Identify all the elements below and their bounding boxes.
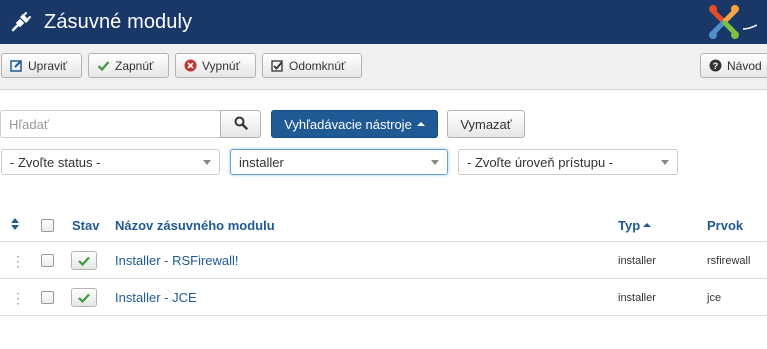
help-button-label: Návod: [727, 58, 762, 73]
access-filter-value: - Zvoľte úroveň prístupu -: [467, 154, 614, 170]
status-column-header[interactable]: Stav: [72, 208, 99, 242]
plugin-type-cell: installer: [618, 279, 656, 316]
type-column-header[interactable]: Typ: [618, 208, 652, 242]
clear-button-label: Vymazať: [460, 116, 512, 132]
plugin-element: jce: [707, 291, 722, 304]
disable-button[interactable]: Vypnúť: [175, 53, 256, 78]
plugin-element-cell: rsfirewall: [707, 242, 750, 279]
disable-icon: [183, 59, 197, 73]
help-button[interactable]: ? Návod: [700, 53, 767, 78]
status-filter-value: - Zvoľte status -: [10, 154, 101, 170]
plugin-type: installer: [618, 254, 656, 267]
check-icon: [78, 293, 90, 303]
row-checkbox[interactable]: [41, 254, 54, 267]
dropdown-arrow-icon: [431, 160, 439, 165]
search-tools-label: Vyhľadávacie nástroje: [284, 116, 412, 132]
row-checkbox-cell: [41, 242, 54, 279]
ordering-sort-header[interactable]: [11, 208, 19, 242]
status-filter-select[interactable]: - Zvoľte status -: [1, 149, 220, 175]
search-icon: [234, 116, 248, 133]
select-all-checkbox[interactable]: [41, 218, 54, 232]
table-row: ⋮ Installer - JCE installer jce: [0, 279, 767, 316]
status-toggle-cell: [71, 279, 97, 316]
check-icon: [96, 59, 110, 73]
drag-handle-icon[interactable]: ⋮: [11, 279, 25, 316]
plugin-type-cell: installer: [618, 242, 656, 279]
dropdown-arrow-icon: [203, 160, 211, 165]
plugin-element-cell: jce: [707, 279, 721, 316]
edit-icon: [9, 59, 23, 73]
row-checkbox[interactable]: [41, 291, 54, 304]
search-input[interactable]: [0, 110, 221, 138]
joomla-logo-icon: [705, 3, 758, 41]
plugin-name-link[interactable]: Installer - RSFirewall!: [115, 242, 239, 279]
clear-button[interactable]: Vymazať: [447, 110, 525, 138]
svg-text:?: ?: [712, 61, 718, 71]
toolbar: Upraviť Zapnúť Vypnúť Odomknúť ? Návod: [0, 44, 767, 90]
element-column-header[interactable]: Prvok: [707, 208, 743, 242]
folder-filter-value: installer: [239, 154, 284, 170]
plugin-name: Installer - RSFirewall!: [115, 253, 239, 268]
help-icon: ?: [708, 59, 722, 73]
checkin-button[interactable]: Odomknúť: [262, 53, 362, 78]
access-filter-select[interactable]: - Zvoľte úroveň prístupu -: [458, 149, 678, 175]
edit-button-label: Upraviť: [28, 58, 68, 73]
disable-button-label: Vypnúť: [202, 58, 241, 73]
check-icon: [78, 256, 90, 266]
table-row: ⋮ Installer - RSFirewall! installer rsfi…: [0, 242, 767, 279]
dropdown-arrow-icon: [661, 160, 669, 165]
type-column-label: Typ: [618, 217, 641, 233]
sort-ascending-icon: [643, 223, 652, 227]
edit-button[interactable]: Upraviť: [1, 53, 82, 78]
folder-filter-select[interactable]: installer: [230, 149, 448, 175]
page-title: Zásuvné moduly: [44, 10, 193, 33]
sort-icon: [11, 217, 19, 233]
plugin-name: Installer - JCE: [115, 290, 197, 305]
name-column-header[interactable]: Názov zásuvného modulu: [115, 208, 275, 242]
plug-icon: [10, 11, 32, 33]
status-toggle-button[interactable]: [71, 251, 97, 270]
checkbox-checked-icon: [270, 59, 284, 73]
search-tools-button[interactable]: Vyhľadávacie nástroje: [271, 110, 438, 138]
status-toggle-cell: [71, 242, 97, 279]
enable-button-label: Zapnúť: [115, 58, 154, 73]
checkin-button-label: Odomknúť: [289, 58, 346, 73]
row-checkbox-cell: [41, 279, 54, 316]
table-header: Stav Názov zásuvného modulu Typ Prvok: [0, 208, 767, 242]
plugin-type: installer: [618, 291, 656, 304]
page-header: Zásuvné moduly: [0, 0, 767, 44]
plugin-name-link[interactable]: Installer - JCE: [115, 279, 197, 316]
caret-up-icon: [416, 122, 425, 126]
select-all-checkbox-cell: [41, 208, 54, 242]
drag-handle-icon[interactable]: ⋮: [11, 242, 25, 279]
status-toggle-button[interactable]: [71, 288, 97, 307]
search-button[interactable]: [220, 110, 261, 138]
plugin-element: rsfirewall: [707, 254, 751, 267]
enable-button[interactable]: Zapnúť: [88, 53, 169, 78]
